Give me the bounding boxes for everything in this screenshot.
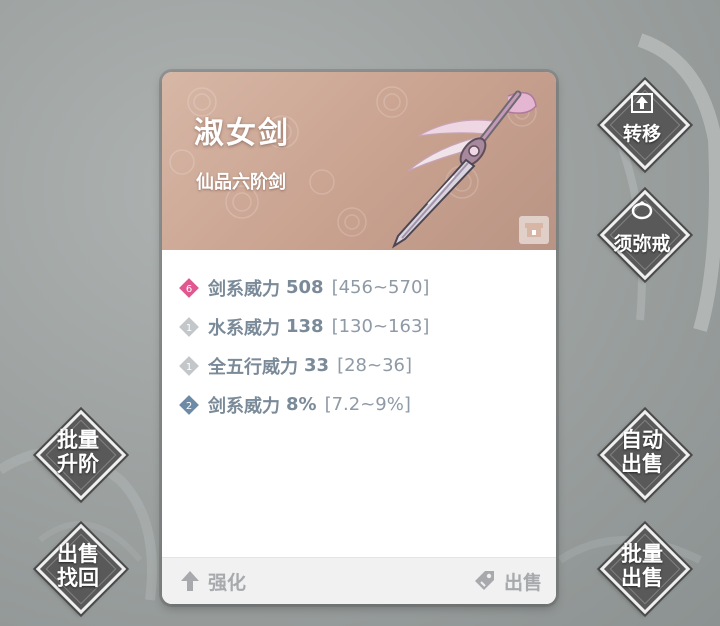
svg-text:2: 2	[186, 401, 192, 412]
auto-sell-label: 自动 出售	[621, 428, 663, 476]
item-detail-card: 淑女剑 仙品六阶剑 6 剑系威力 508 [456~570] 1 水系威力 13…	[162, 72, 556, 604]
svg-text:1: 1	[186, 362, 192, 373]
auto-sell-button[interactable]: 自动 出售	[599, 409, 691, 501]
stat-value: 508	[286, 277, 324, 298]
svg-text:6: 6	[186, 284, 192, 295]
upload-icon	[631, 93, 653, 113]
storage-ring-label: 须弥戒	[613, 233, 671, 255]
ring-icon	[631, 201, 653, 220]
rank-badge-icon: 6	[179, 277, 199, 298]
stat-row: 2 剑系威力 8% [7.2~9%]	[178, 385, 538, 424]
batch-sell-label: 批量 出售	[621, 542, 663, 590]
stat-name: 水系威力	[208, 317, 280, 339]
stat-row: 1 水系威力 138 [130~163]	[178, 307, 538, 346]
stat-value: 138	[286, 316, 324, 337]
stat-row: 1 全五行威力 33 [28~36]	[178, 346, 538, 385]
stat-range: [28~36]	[337, 355, 412, 376]
batch-upgrade-label: 批量 升阶	[57, 428, 99, 476]
item-name: 淑女剑	[194, 116, 290, 151]
item-header: 淑女剑 仙品六阶剑	[162, 72, 556, 250]
sell-label: 出售	[503, 571, 542, 594]
lock-icon	[525, 223, 543, 237]
sell-tag-icon	[474, 571, 494, 590]
lock-button[interactable]	[519, 216, 549, 244]
stat-range: [130~163]	[331, 316, 430, 337]
sell-button[interactable]: 出售	[472, 558, 542, 604]
item-grade: 仙品六阶剑	[196, 172, 286, 193]
stat-list: 6 剑系威力 508 [456~570] 1 水系威力 138 [130~163…	[178, 268, 538, 424]
stat-row: 6 剑系威力 508 [456~570]	[178, 268, 538, 307]
rank-badge-icon: 1	[179, 355, 199, 376]
card-footer: 强化 出售	[162, 557, 556, 604]
stat-range: [7.2~9%]	[324, 394, 411, 415]
stat-value: 8%	[286, 394, 317, 415]
rank-badge-icon: 2	[179, 394, 199, 415]
sold-retrieve-label: 出售 找回	[57, 542, 99, 590]
strengthen-button[interactable]: 强化	[180, 558, 246, 604]
stat-name: 全五行威力	[208, 356, 298, 378]
transfer-button[interactable]: 转移	[599, 79, 691, 171]
stat-value: 33	[304, 355, 330, 376]
strengthen-label: 强化	[208, 571, 247, 594]
arrow-up-icon	[181, 571, 199, 591]
svg-text:1: 1	[186, 323, 192, 334]
batch-upgrade-button[interactable]: 批量 升阶	[35, 409, 127, 501]
stat-range: [456~570]	[331, 277, 430, 298]
transfer-label: 转移	[622, 123, 661, 145]
stat-name: 剑系威力	[208, 395, 280, 417]
storage-ring-button[interactable]: 须弥戒	[599, 189, 691, 281]
stat-name: 剑系威力	[208, 278, 280, 300]
sold-retrieve-button[interactable]: 出售 找回	[35, 523, 127, 615]
batch-sell-button[interactable]: 批量 出售	[599, 523, 691, 615]
rank-badge-icon: 1	[179, 316, 199, 337]
